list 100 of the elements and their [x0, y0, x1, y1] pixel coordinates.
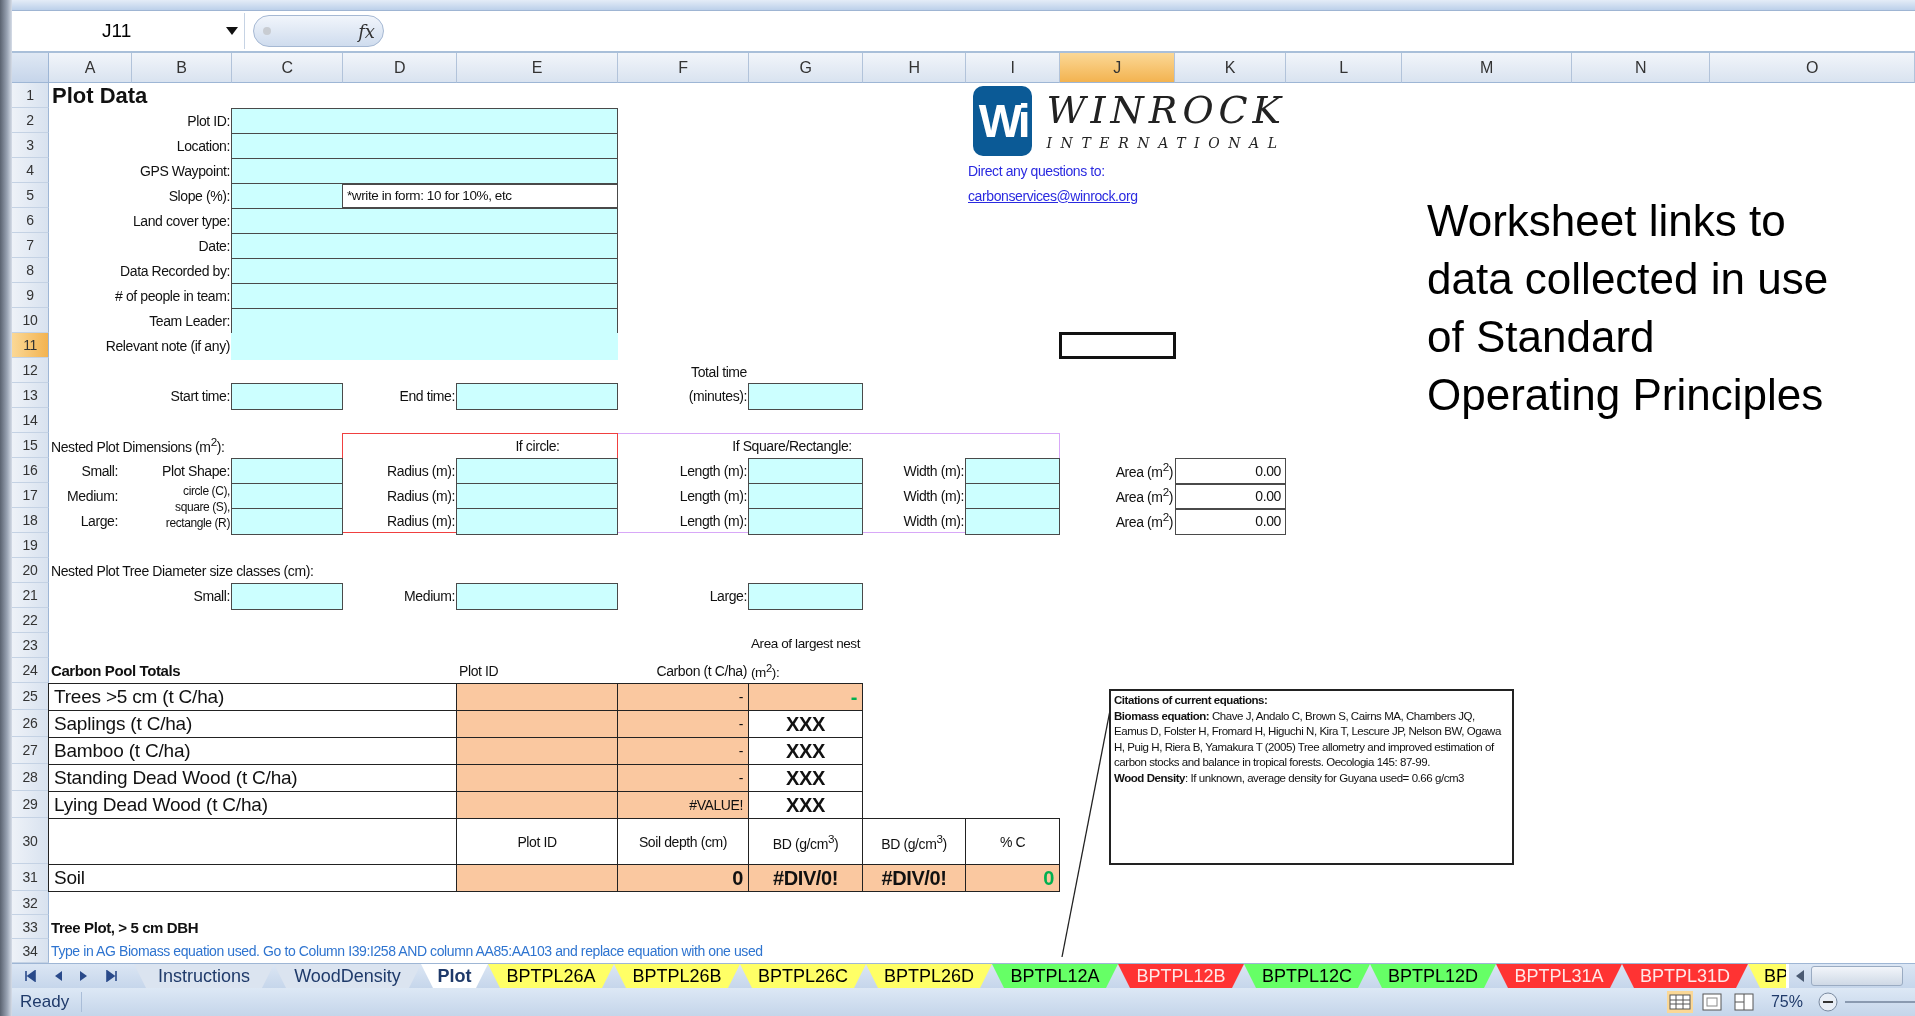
sheet-tab[interactable]: Plot — [421, 964, 488, 988]
row-header[interactable]: 3 — [12, 133, 49, 158]
input-cell[interactable] — [455, 583, 618, 610]
scrollbar-thumb[interactable] — [1811, 966, 1903, 986]
row-header[interactable]: 11 — [12, 333, 49, 358]
row-header[interactable]: 26 — [12, 710, 49, 737]
input-cell[interactable] — [230, 108, 618, 135]
input-cell[interactable] — [230, 458, 343, 485]
row-header[interactable]: 32 — [12, 891, 49, 915]
input-cell[interactable] — [455, 458, 618, 485]
row-header[interactable]: 7 — [12, 233, 49, 258]
input-cell[interactable] — [964, 483, 1060, 510]
input-cell[interactable] — [230, 333, 618, 360]
row-header[interactable]: 16 — [12, 458, 49, 483]
column-header[interactable]: A — [49, 53, 132, 83]
input-cell[interactable] — [230, 308, 618, 335]
sheet-tab[interactable]: BPTPL26D — [866, 964, 992, 988]
row-header[interactable]: 22 — [12, 608, 49, 633]
row-header[interactable]: 20 — [12, 558, 49, 583]
input-cell[interactable] — [230, 258, 618, 285]
row-header[interactable]: 12 — [12, 358, 49, 383]
row-header[interactable]: 33 — [12, 915, 49, 939]
row-header[interactable]: 30 — [12, 818, 49, 864]
column-header[interactable]: M — [1402, 53, 1572, 83]
cell-selection[interactable] — [1059, 332, 1176, 359]
insert-function-button[interactable]: fx — [358, 20, 375, 42]
input-cell[interactable] — [747, 583, 863, 610]
row-header[interactable]: 13 — [12, 383, 49, 408]
row-header[interactable]: 27 — [12, 737, 49, 764]
row-header[interactable]: 1 — [12, 83, 49, 108]
input-cell[interactable] — [230, 183, 343, 210]
sheet-tab[interactable]: BPTPL26C — [740, 964, 866, 988]
input-cell[interactable] — [964, 458, 1060, 485]
column-header[interactable]: B — [132, 53, 232, 83]
column-header[interactable]: N — [1572, 53, 1710, 83]
first-sheet-icon[interactable] — [24, 970, 37, 982]
input-cell[interactable] — [747, 458, 863, 485]
input-cell[interactable] — [747, 383, 863, 410]
input-cell[interactable] — [230, 283, 618, 310]
input-cell[interactable] — [455, 483, 618, 510]
sheet-tab[interactable]: BPTPL26B — [614, 964, 740, 988]
row-header[interactable]: 23 — [12, 633, 49, 658]
input-cell[interactable] — [230, 508, 343, 535]
column-header[interactable]: J — [1060, 53, 1175, 83]
sheet-tab[interactable]: BPTPL12D — [1370, 964, 1496, 988]
row-header[interactable]: 10 — [12, 308, 49, 333]
email-link[interactable]: carbonservices@winrock.org — [968, 187, 1138, 204]
row-header[interactable]: 17 — [12, 483, 49, 508]
column-header[interactable]: O — [1710, 53, 1915, 83]
row-header[interactable]: 28 — [12, 764, 49, 791]
input-cell[interactable] — [230, 158, 618, 185]
row-header[interactable]: 14 — [12, 408, 49, 433]
input-cell[interactable] — [230, 133, 618, 160]
sheet-tab[interactable]: BPTPL26A — [488, 964, 614, 988]
row-header[interactable]: 9 — [12, 283, 49, 308]
column-header[interactable]: G — [749, 53, 863, 83]
input-cell[interactable] — [230, 583, 343, 610]
input-cell[interactable] — [230, 483, 343, 510]
column-header[interactable]: F — [618, 53, 749, 83]
row-header[interactable]: 31 — [12, 864, 49, 891]
row-header[interactable]: 6 — [12, 208, 49, 233]
column-header[interactable]: D — [343, 53, 457, 83]
row-header[interactable]: 15 — [12, 433, 49, 458]
row-header[interactable]: 29 — [12, 791, 49, 818]
column-header[interactable]: C — [232, 53, 343, 83]
zoom-level[interactable]: 75% — [1770, 993, 1803, 1011]
sheet-tab[interactable]: Instructions — [134, 964, 274, 988]
input-cell[interactable] — [230, 208, 618, 235]
row-header[interactable]: 4 — [12, 158, 49, 183]
input-cell[interactable] — [747, 483, 863, 510]
column-header[interactable]: H — [863, 53, 966, 83]
row-header[interactable]: 19 — [12, 533, 49, 558]
input-cell[interactable] — [230, 233, 618, 260]
input-cell[interactable] — [230, 383, 343, 410]
column-header[interactable]: K — [1175, 53, 1286, 83]
input-cell[interactable] — [747, 508, 863, 535]
scroll-left-icon[interactable] — [1795, 969, 1805, 983]
zoom-out-icon[interactable] — [1817, 991, 1839, 1013]
column-header[interactable]: I — [966, 53, 1060, 83]
grid-view-icon[interactable] — [1666, 991, 1693, 1013]
sheet-tab[interactable]: BPTPL12C — [1244, 964, 1370, 988]
caret-icon[interactable] — [226, 27, 238, 35]
input-cell[interactable] — [964, 508, 1060, 535]
column-header[interactable]: E — [457, 53, 618, 83]
last-sheet-icon[interactable] — [105, 970, 118, 982]
column-header[interactable]: L — [1286, 53, 1402, 83]
input-cell[interactable] — [455, 508, 618, 535]
row-header[interactable]: 5 — [12, 183, 49, 208]
row-header[interactable]: 34 — [12, 939, 49, 963]
name-box[interactable]: J11 — [12, 13, 245, 49]
section-label: Nested Plot Tree Diameter size classes (cm): — [50, 562, 315, 579]
row-header[interactable]: 25 — [12, 683, 49, 710]
sheet-tab[interactable]: BPTPL12A — [992, 964, 1118, 988]
row-header[interactable]: 8 — [12, 258, 49, 283]
row-header[interactable]: 2 — [12, 108, 49, 133]
row-header[interactable]: 21 — [12, 583, 49, 608]
sheet-tab[interactable]: WoodDensity — [274, 964, 421, 988]
input-cell[interactable] — [455, 383, 618, 410]
row-header[interactable]: 18 — [12, 508, 49, 533]
row-header[interactable]: 24 — [12, 658, 49, 683]
